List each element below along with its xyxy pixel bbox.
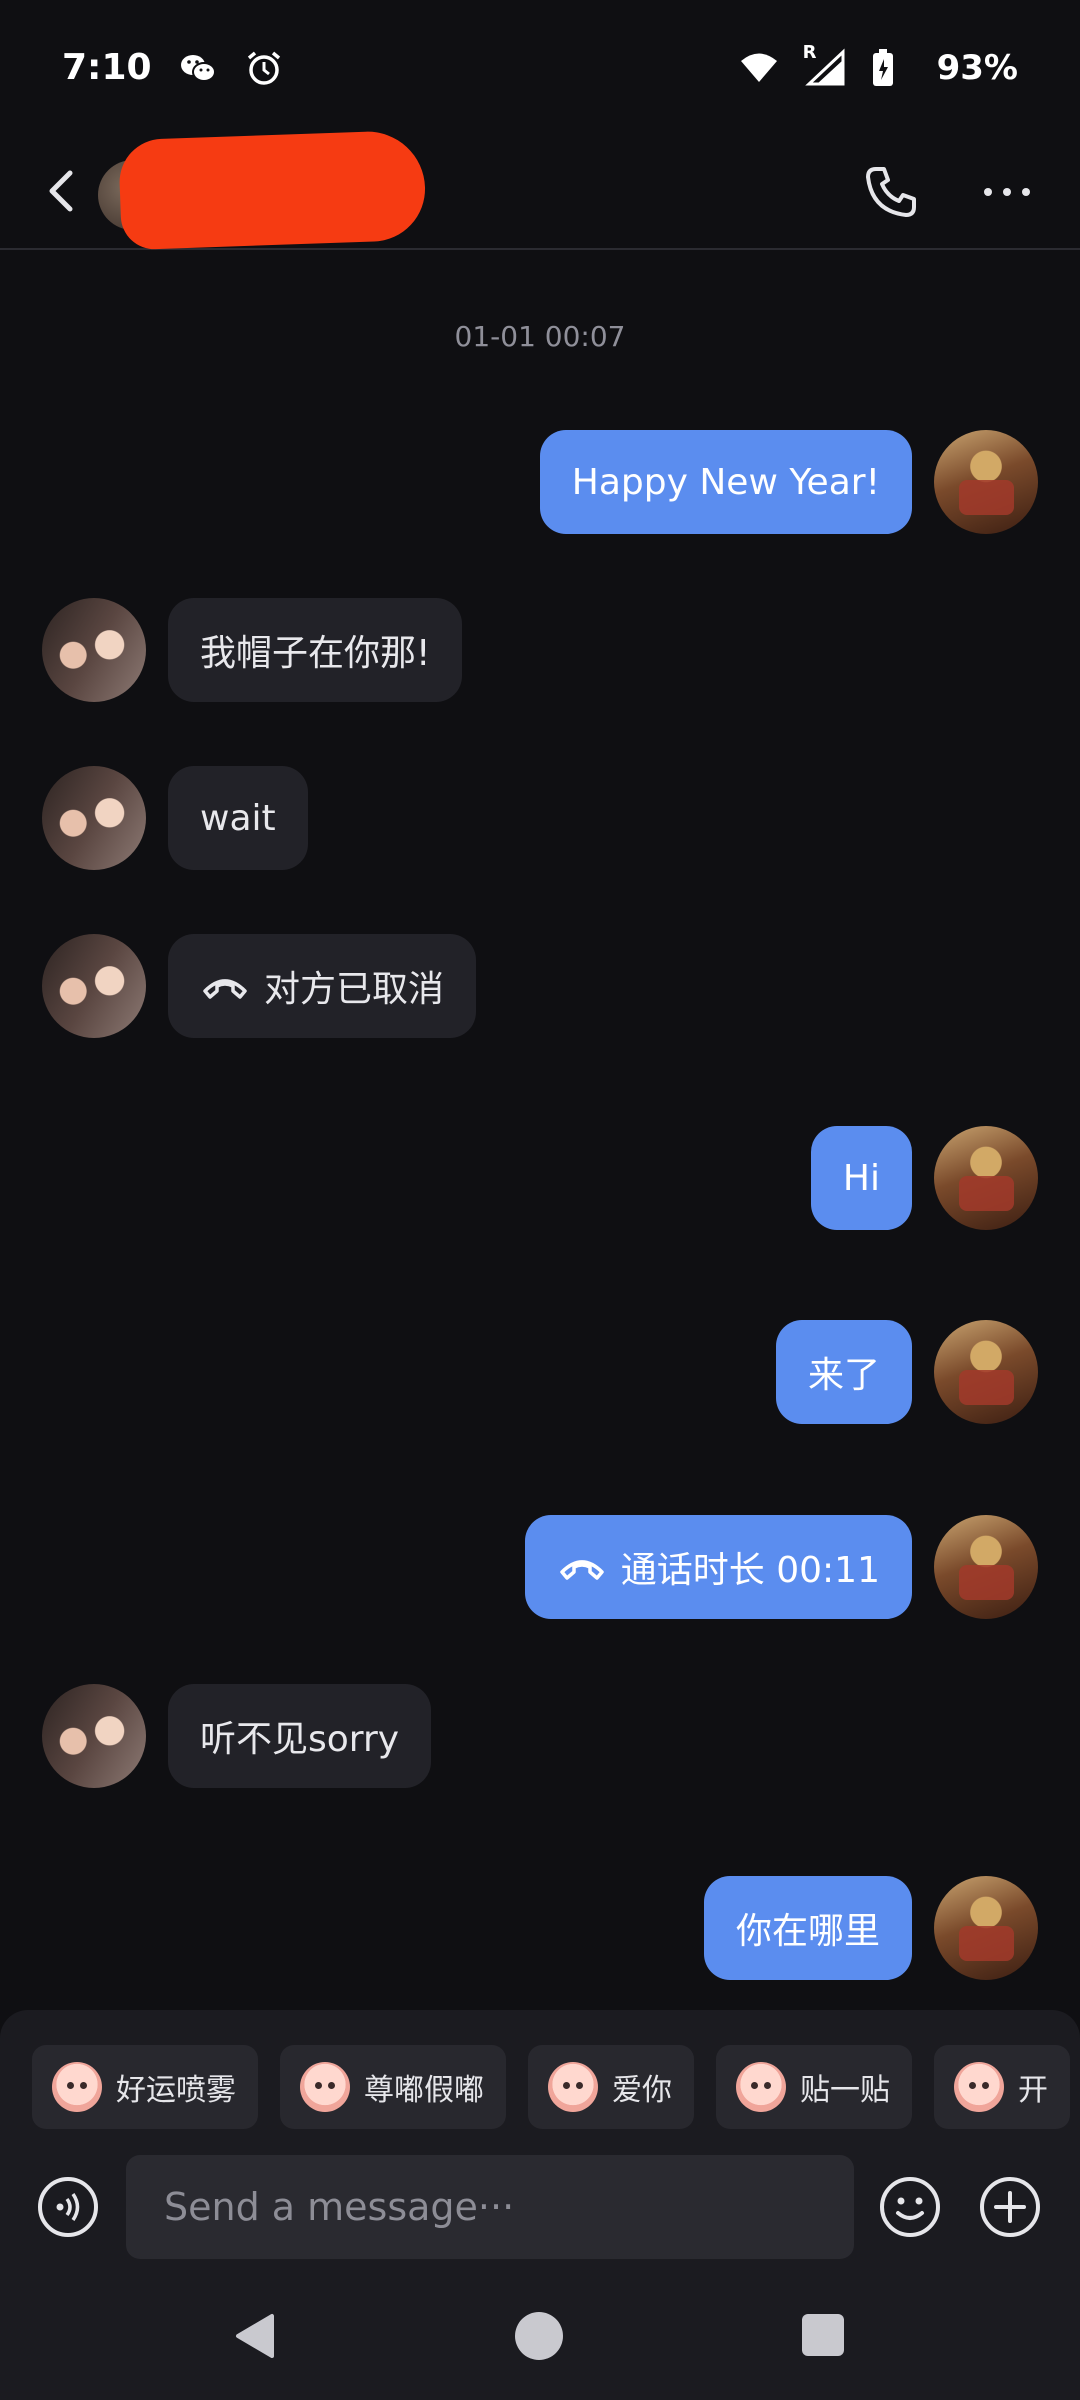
status-time: 7:10 bbox=[62, 47, 152, 88]
status-left: 7:10 bbox=[62, 47, 284, 88]
quick-reply-chip[interactable]: 贴一贴 bbox=[716, 2045, 912, 2129]
contact-message-avatar[interactable] bbox=[42, 598, 146, 702]
contact-message-avatar[interactable] bbox=[42, 934, 146, 1038]
phone-icon bbox=[866, 167, 916, 217]
status-bar: 7:10 R 93% bbox=[0, 0, 1080, 135]
plus-button[interactable] bbox=[978, 2175, 1042, 2239]
input-row bbox=[0, 2155, 1080, 2259]
message-text: Hi bbox=[842, 1157, 880, 1199]
my-avatar[interactable] bbox=[934, 1126, 1038, 1230]
message-text: 听不见sorry bbox=[200, 1719, 400, 1760]
message-text: 来了 bbox=[807, 1355, 880, 1396]
redacted-contact-name bbox=[118, 129, 427, 251]
quick-reply-chip[interactable]: 爱你 bbox=[528, 2045, 694, 2129]
message-text: 对方已取消 bbox=[264, 969, 445, 1010]
more-icon bbox=[984, 188, 1030, 196]
sticker-icon bbox=[954, 2062, 1004, 2112]
hangup-icon bbox=[200, 971, 250, 1001]
call-button[interactable] bbox=[862, 163, 920, 221]
back-icon bbox=[49, 170, 73, 212]
message-text: 你在哪里 bbox=[735, 1911, 880, 1952]
chat-header bbox=[0, 129, 1080, 251]
quick-reply-label: 爱你 bbox=[612, 2073, 672, 2108]
wechat-icon bbox=[178, 48, 218, 88]
message-bubble-outgoing[interactable]: 你在哪里 bbox=[703, 1876, 912, 1980]
quick-reply-label: 尊嘟假嘟 bbox=[364, 2073, 484, 2108]
my-avatar[interactable] bbox=[934, 1876, 1038, 1980]
plus-icon bbox=[980, 2177, 1040, 2237]
my-avatar[interactable] bbox=[934, 430, 1038, 534]
quick-reply-label: 好运喷雾 bbox=[116, 2073, 236, 2108]
roaming-label: R bbox=[802, 41, 817, 63]
system-nav-bar bbox=[0, 2270, 1080, 2400]
sticker-icon bbox=[736, 2062, 786, 2112]
nav-back-icon bbox=[236, 2314, 274, 2358]
wifi-icon bbox=[739, 48, 779, 88]
nav-back-button[interactable] bbox=[232, 2312, 280, 2360]
quick-reply-chip[interactable]: 好运喷雾 bbox=[32, 2045, 258, 2129]
call-record-bubble-outgoing[interactable]: 通话时长 00:11 bbox=[524, 1515, 912, 1619]
sticker-icon bbox=[548, 2062, 598, 2112]
my-avatar[interactable] bbox=[934, 1320, 1038, 1424]
message-list[interactable]: 01-01 00:07 Happy New Year! 我帽子在你那! wait… bbox=[0, 250, 1080, 2010]
sticker-icon bbox=[52, 2062, 102, 2112]
battery-percent: 93% bbox=[936, 47, 1018, 88]
quick-reply-chip[interactable]: 开 bbox=[934, 2045, 1070, 2129]
battery-icon bbox=[871, 48, 911, 88]
message-text: wait bbox=[200, 797, 276, 839]
hangup-icon bbox=[557, 1552, 607, 1582]
message-bubble-incoming[interactable]: 我帽子在你那! bbox=[168, 598, 463, 702]
voice-icon bbox=[38, 2177, 98, 2237]
my-avatar[interactable] bbox=[934, 1515, 1038, 1619]
call-record-bubble-incoming[interactable]: 对方已取消 bbox=[168, 934, 477, 1038]
quick-reply-label: 开 bbox=[1018, 2073, 1048, 2108]
nav-home-button[interactable] bbox=[515, 2312, 563, 2360]
status-right: R 93% bbox=[739, 42, 1018, 88]
alarm-icon bbox=[244, 48, 284, 88]
message-bubble-incoming[interactable]: wait bbox=[168, 766, 308, 870]
sticker-icon bbox=[300, 2062, 350, 2112]
message-bubble-outgoing[interactable]: Hi bbox=[810, 1126, 912, 1230]
signal-icon: R bbox=[803, 42, 845, 88]
message-text: 我帽子在你那! bbox=[200, 633, 431, 674]
message-bubble-outgoing[interactable]: Happy New Year! bbox=[539, 430, 912, 534]
contact-message-avatar[interactable] bbox=[42, 766, 146, 870]
message-input[interactable] bbox=[126, 2155, 854, 2259]
message-bubble-outgoing[interactable]: 来了 bbox=[775, 1320, 912, 1424]
contact-message-avatar[interactable] bbox=[42, 1684, 146, 1788]
quick-reply-row[interactable]: 好运喷雾 尊嘟假嘟 爱你 贴一贴 开 bbox=[32, 2045, 1080, 2129]
message-text: 通话时长 00:11 bbox=[620, 1550, 880, 1591]
message-bubble-incoming[interactable]: 听不见sorry bbox=[168, 1684, 432, 1788]
quick-reply-chip[interactable]: 尊嘟假嘟 bbox=[280, 2045, 506, 2129]
quick-reply-label: 贴一贴 bbox=[800, 2073, 890, 2108]
nav-recents-button[interactable] bbox=[802, 2314, 844, 2356]
more-button[interactable] bbox=[978, 163, 1036, 221]
chat-timestamp: 01-01 00:07 bbox=[454, 320, 626, 353]
voice-button[interactable] bbox=[36, 2175, 100, 2239]
emoji-icon bbox=[880, 2177, 940, 2237]
message-text: Happy New Year! bbox=[571, 461, 880, 503]
emoji-button[interactable] bbox=[878, 2175, 942, 2239]
back-button[interactable] bbox=[36, 163, 92, 219]
